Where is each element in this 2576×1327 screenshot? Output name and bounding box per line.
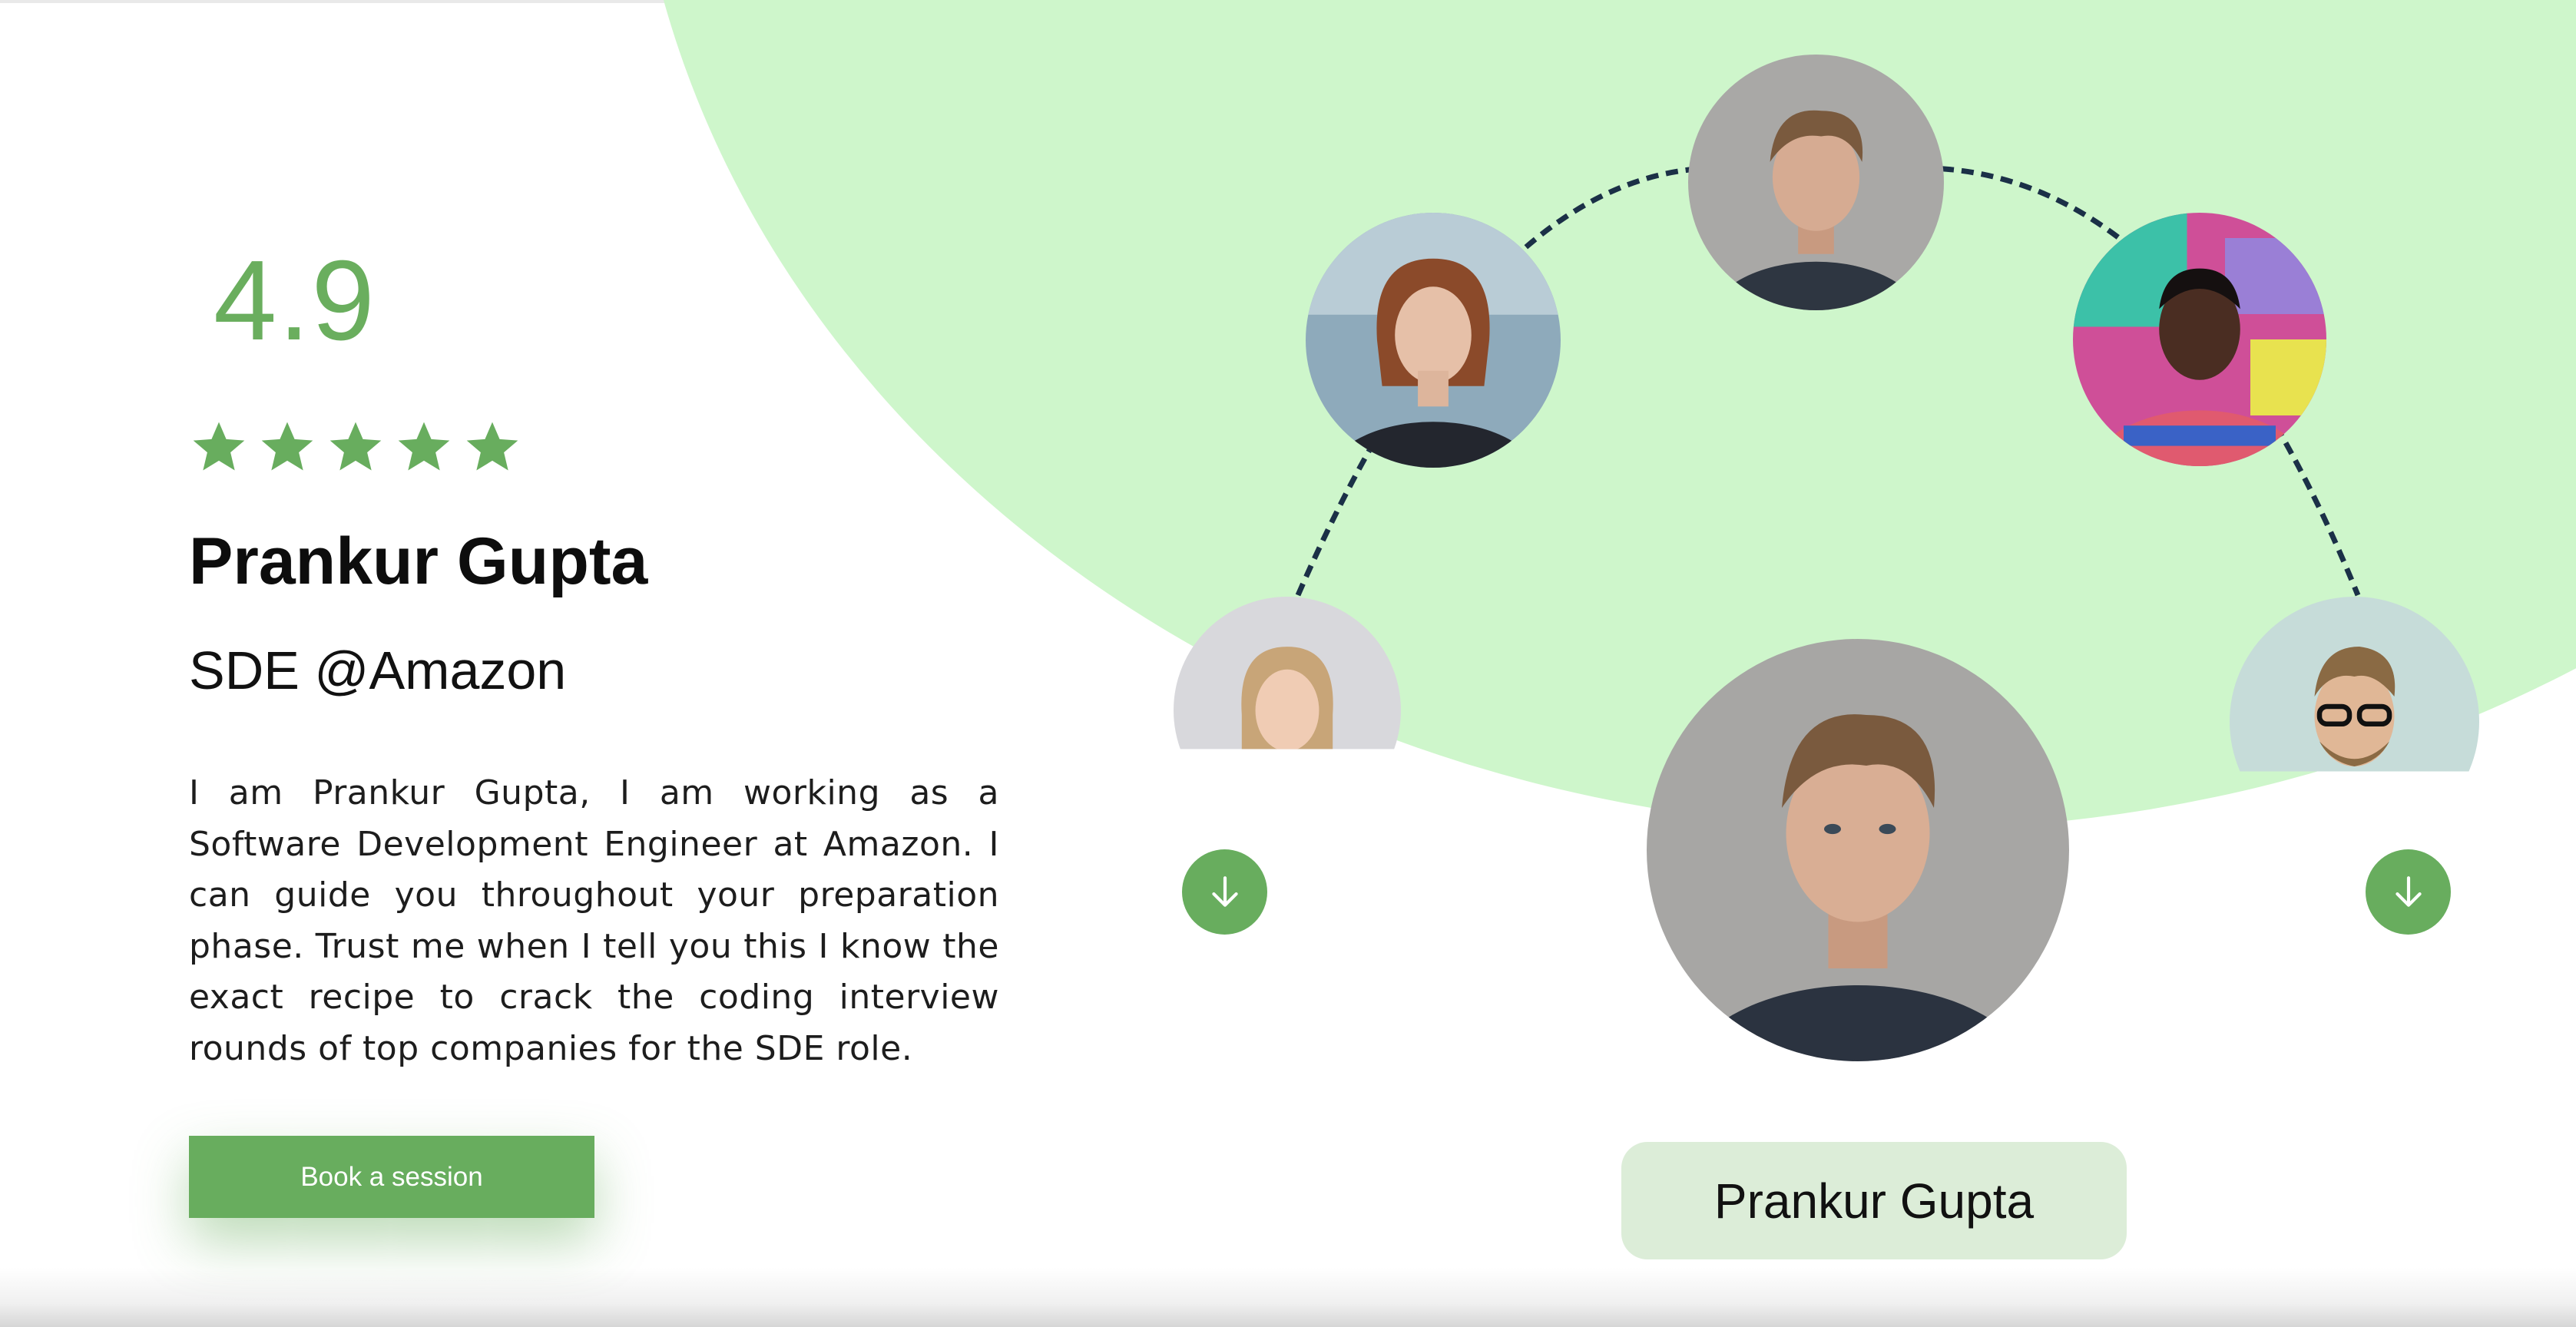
mentor-role: SDE @Amazon bbox=[189, 640, 567, 700]
next-arrow-button[interactable] bbox=[2366, 849, 2451, 935]
mentor-bio: I am Prankur Gupta, I am working as a So… bbox=[189, 773, 999, 1068]
star-icon bbox=[261, 422, 313, 471]
star-icon bbox=[466, 422, 518, 471]
avatar-selected[interactable] bbox=[1647, 639, 2069, 1061]
mentor-name: Prankur Gupta bbox=[189, 525, 648, 598]
star-rating bbox=[190, 419, 521, 475]
arrow-down-icon bbox=[1211, 875, 1238, 907]
avatar-top[interactable] bbox=[1688, 55, 1944, 310]
star-icon bbox=[398, 422, 450, 471]
rating-value: 4.9 bbox=[214, 237, 376, 364]
avatar-upper-left[interactable] bbox=[1306, 213, 1561, 468]
book-session-button[interactable]: Book a session bbox=[189, 1136, 594, 1218]
arrow-down-icon bbox=[2395, 875, 2422, 907]
star-icon bbox=[193, 422, 245, 471]
avatar-upper-right[interactable] bbox=[2073, 213, 2326, 466]
star-icon bbox=[329, 422, 382, 471]
prev-arrow-button[interactable] bbox=[1182, 849, 1267, 935]
bottom-shadow bbox=[0, 1267, 2576, 1327]
selected-mentor-name-pill: Prankur Gupta bbox=[1621, 1142, 2127, 1259]
